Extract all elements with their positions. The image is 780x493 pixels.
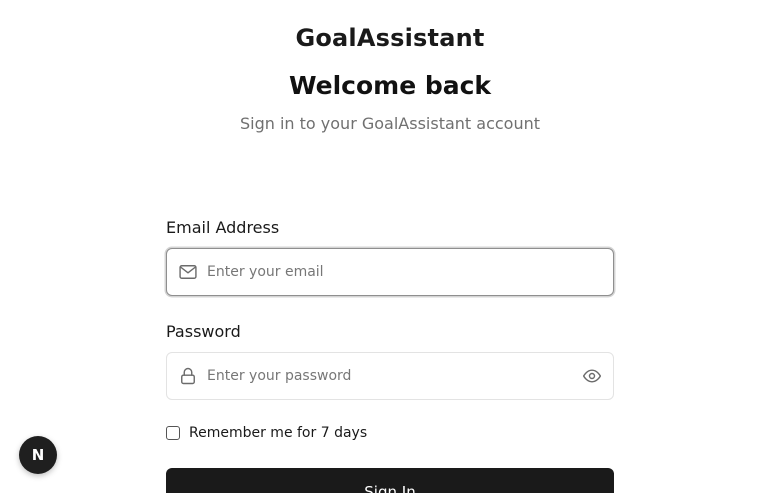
nextjs-icon[interactable]: N <box>19 436 57 474</box>
eye-icon[interactable] <box>582 366 602 386</box>
lock-icon <box>181 367 195 385</box>
sign-in-page: GoalAssistant Welcome back Sign in to yo… <box>0 0 780 493</box>
brand-name: GoalAssistant <box>295 24 485 52</box>
page-title: Welcome back <box>288 71 492 100</box>
email-input[interactable] <box>207 249 567 295</box>
email-field[interactable] <box>166 248 614 296</box>
email-label: Email Address <box>166 218 280 237</box>
remember-me-checkbox[interactable] <box>166 426 180 440</box>
password-input[interactable] <box>207 353 567 399</box>
dev-badge-letter: N <box>31 446 45 464</box>
remember-me-row[interactable]: Remember me for 7 days <box>166 425 367 441</box>
password-label: Password <box>166 322 241 341</box>
remember-me-label[interactable]: Remember me for 7 days <box>189 425 367 441</box>
password-field[interactable] <box>166 352 614 400</box>
page-subtitle: Sign in to your GoalAssistant account <box>239 114 541 133</box>
mail-icon <box>179 265 197 279</box>
sign-in-button[interactable]: Sign In <box>166 468 614 493</box>
